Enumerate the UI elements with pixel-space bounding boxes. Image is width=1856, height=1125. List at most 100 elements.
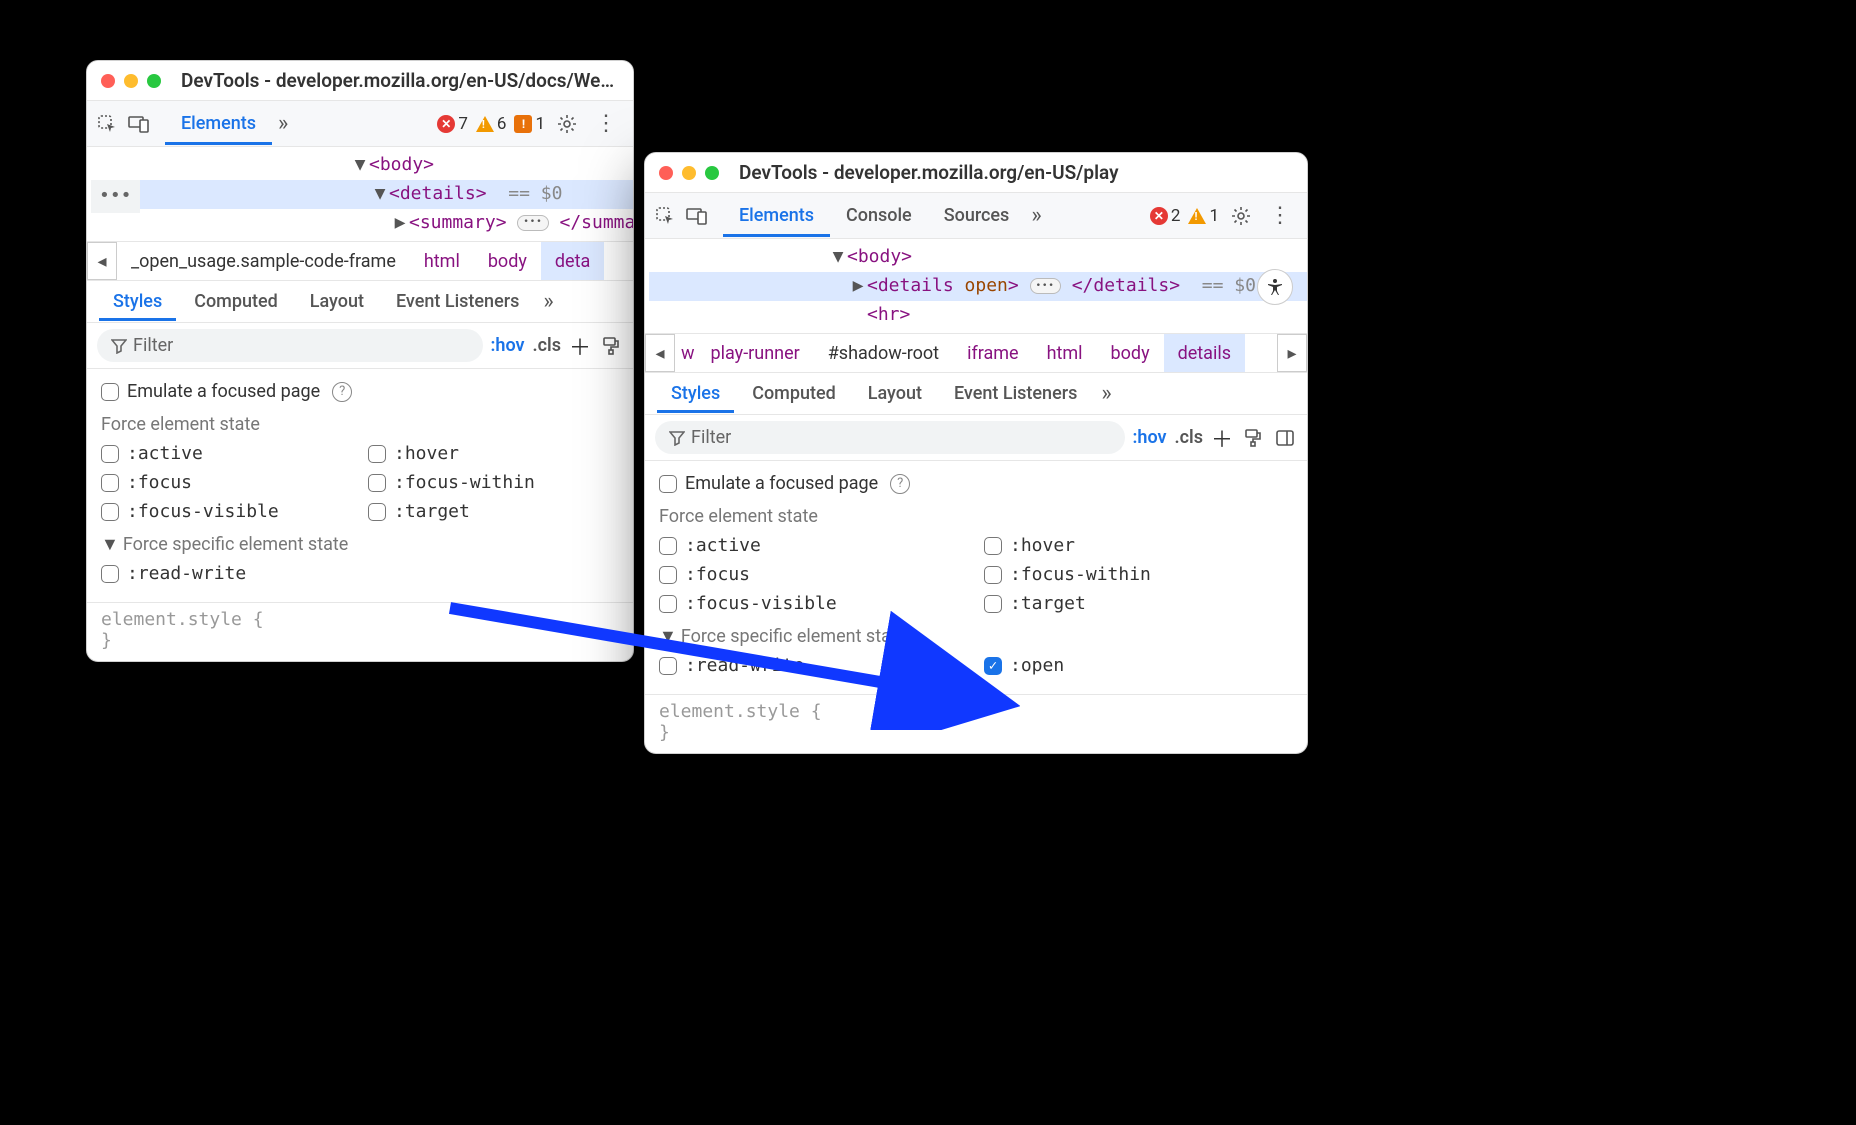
hov-toggle[interactable]: :hov bbox=[491, 335, 525, 356]
help-icon[interactable]: ? bbox=[890, 474, 910, 494]
state-focus-visible-checkbox[interactable] bbox=[659, 595, 677, 613]
more-tabs-icon[interactable]: » bbox=[1025, 205, 1047, 227]
breadcrumb-fragment[interactable]: w bbox=[675, 334, 697, 372]
state-focus-visible-checkbox[interactable] bbox=[101, 503, 119, 521]
kebab-menu-icon[interactable]: ⋮ bbox=[589, 111, 623, 136]
subtab-layout[interactable]: Layout bbox=[854, 375, 936, 413]
accessibility-icon[interactable] bbox=[1257, 269, 1293, 305]
state-hover-checkbox[interactable] bbox=[368, 445, 386, 463]
new-rule-icon[interactable]: ＋ bbox=[569, 330, 591, 362]
state-active-checkbox[interactable] bbox=[659, 537, 677, 555]
emulate-focused-checkbox[interactable] bbox=[101, 383, 119, 401]
more-subtabs-icon[interactable]: » bbox=[537, 291, 559, 313]
close-window-icon[interactable] bbox=[659, 166, 673, 180]
element-style-block[interactable]: element.style { } bbox=[87, 602, 633, 661]
breadcrumb[interactable]: ◂ w play-runner #shadow-root iframe html… bbox=[645, 333, 1307, 373]
subtab-event-listeners[interactable]: Event Listeners bbox=[382, 283, 533, 321]
cls-toggle[interactable]: .cls bbox=[533, 335, 561, 356]
state-read-write-checkbox[interactable] bbox=[101, 565, 119, 583]
breadcrumb-item-body[interactable]: body bbox=[474, 242, 541, 280]
state-focus-checkbox[interactable] bbox=[101, 474, 119, 492]
subtab-computed[interactable]: Computed bbox=[738, 375, 850, 413]
funnel-icon bbox=[669, 430, 685, 446]
state-hover-checkbox[interactable] bbox=[984, 537, 1002, 555]
state-open-checkbox[interactable] bbox=[984, 657, 1002, 675]
breadcrumb-prev-icon[interactable]: ◂ bbox=[645, 334, 675, 372]
gear-icon[interactable] bbox=[553, 110, 581, 138]
more-tabs-icon[interactable]: » bbox=[272, 113, 294, 135]
filter-input[interactable]: Filter bbox=[97, 329, 483, 362]
filter-input[interactable]: Filter bbox=[655, 421, 1125, 454]
tab-elements[interactable]: Elements bbox=[165, 103, 272, 145]
element-style-block[interactable]: element.style { } bbox=[645, 694, 1307, 753]
minimize-window-icon[interactable] bbox=[682, 166, 696, 180]
titlebar: DevTools - developer.mozilla.org/en-US/d… bbox=[87, 61, 633, 101]
cls-toggle[interactable]: .cls bbox=[1175, 427, 1203, 448]
subtab-computed[interactable]: Computed bbox=[180, 283, 292, 321]
hov-toggle[interactable]: :hov bbox=[1133, 427, 1167, 448]
device-toggle-icon[interactable] bbox=[683, 202, 711, 230]
force-specific-state-heading[interactable]: ▼Force specific element state bbox=[659, 618, 1293, 651]
zoom-window-icon[interactable] bbox=[147, 74, 161, 88]
errors-count[interactable]: ✕7 bbox=[437, 114, 468, 134]
collapsed-node-icon[interactable]: ••• bbox=[517, 215, 548, 231]
kebab-menu-icon[interactable]: ⋮ bbox=[1263, 203, 1297, 228]
main-toolbar: Elements Console Sources » ✕2 1 ⋮ bbox=[645, 193, 1307, 239]
titlebar: DevTools - developer.mozilla.org/en-US/p… bbox=[645, 153, 1307, 193]
new-rule-icon[interactable]: ＋ bbox=[1211, 422, 1233, 454]
devtools-window-left: DevTools - developer.mozilla.org/en-US/d… bbox=[86, 60, 634, 662]
warnings-count[interactable]: 6 bbox=[476, 114, 507, 134]
breadcrumb-item-details[interactable]: deta bbox=[541, 242, 604, 280]
emulate-focused-checkbox[interactable] bbox=[659, 475, 677, 493]
paint-icon[interactable] bbox=[1241, 426, 1265, 450]
subtab-event-listeners[interactable]: Event Listeners bbox=[940, 375, 1091, 413]
panel-tabs: Elements Console Sources » bbox=[723, 195, 1048, 237]
breadcrumb-item-iframe[interactable]: iframe bbox=[953, 334, 1033, 372]
dom-tree[interactable]: ▼<body> ▶<details open> ••• </details> =… bbox=[645, 239, 1307, 333]
paint-icon[interactable] bbox=[599, 334, 623, 358]
breadcrumb-item-play-runner[interactable]: play-runner bbox=[697, 334, 814, 372]
tab-sources[interactable]: Sources bbox=[928, 195, 1026, 237]
issues-count[interactable]: !1 bbox=[514, 114, 545, 134]
close-window-icon[interactable] bbox=[101, 74, 115, 88]
styles-subtabs: Styles Computed Layout Event Listeners » bbox=[645, 373, 1307, 415]
subtab-layout[interactable]: Layout bbox=[296, 283, 378, 321]
state-target-checkbox[interactable] bbox=[368, 503, 386, 521]
tab-console[interactable]: Console bbox=[830, 195, 928, 237]
more-subtabs-icon[interactable]: » bbox=[1095, 383, 1117, 405]
breadcrumb-item-html[interactable]: html bbox=[1033, 334, 1097, 372]
breadcrumb-item-body[interactable]: body bbox=[1097, 334, 1164, 372]
inspect-element-icon[interactable] bbox=[93, 110, 121, 138]
gear-icon[interactable] bbox=[1227, 202, 1255, 230]
device-toggle-icon[interactable] bbox=[125, 110, 153, 138]
panel-layout-icon[interactable] bbox=[1273, 426, 1297, 450]
state-focus-checkbox[interactable] bbox=[659, 566, 677, 584]
breadcrumb-item-html[interactable]: html bbox=[410, 242, 474, 280]
breadcrumb-next-icon[interactable]: ▸ bbox=[1277, 334, 1307, 372]
state-focus-within-checkbox[interactable] bbox=[368, 474, 386, 492]
tab-elements[interactable]: Elements bbox=[723, 195, 830, 237]
help-icon[interactable]: ? bbox=[332, 382, 352, 402]
force-specific-state-heading[interactable]: ▼Force specific element state bbox=[101, 526, 619, 559]
warnings-count[interactable]: 1 bbox=[1188, 206, 1219, 226]
breadcrumb[interactable]: ◂ _open_usage.sample-code-frame html bod… bbox=[87, 241, 633, 281]
breadcrumb-item-details[interactable]: details bbox=[1164, 334, 1245, 372]
breadcrumb-prev-icon[interactable]: ◂ bbox=[87, 242, 117, 280]
subtab-styles[interactable]: Styles bbox=[99, 283, 176, 321]
state-focus-within-checkbox[interactable] bbox=[984, 566, 1002, 584]
funnel-icon bbox=[111, 338, 127, 354]
emulate-focused-label: Emulate a focused page bbox=[127, 381, 320, 402]
breadcrumb-fragment[interactable]: _open_usage.sample-code-frame bbox=[117, 242, 410, 280]
row-actions-icon[interactable]: ••• bbox=[91, 180, 140, 213]
breadcrumb-item-shadow-root[interactable]: #shadow-root bbox=[814, 334, 953, 372]
errors-count[interactable]: ✕2 bbox=[1150, 206, 1181, 226]
subtab-styles[interactable]: Styles bbox=[657, 375, 734, 413]
state-target-checkbox[interactable] bbox=[984, 595, 1002, 613]
inspect-element-icon[interactable] bbox=[651, 202, 679, 230]
minimize-window-icon[interactable] bbox=[124, 74, 138, 88]
dom-tree[interactable]: ▼<body> ••• ▼<details> == $0 ▶<summary> … bbox=[87, 147, 633, 241]
state-active-checkbox[interactable] bbox=[101, 445, 119, 463]
collapsed-node-icon[interactable]: ••• bbox=[1030, 278, 1061, 294]
state-read-write-checkbox[interactable] bbox=[659, 657, 677, 675]
zoom-window-icon[interactable] bbox=[705, 166, 719, 180]
